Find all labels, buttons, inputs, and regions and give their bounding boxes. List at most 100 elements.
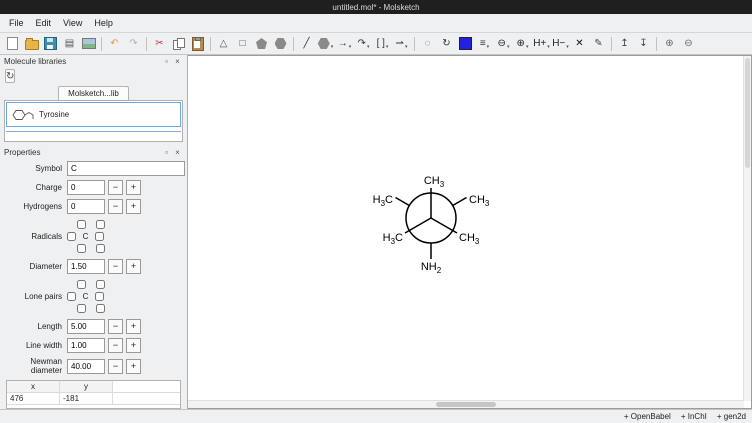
coordinate-x-cell[interactable]: 476 (7, 393, 60, 405)
export-image-button[interactable] (79, 35, 98, 53)
lone-pair-checkbox[interactable] (96, 280, 105, 289)
decrease-charge-button[interactable]: ⊖▾ (494, 35, 513, 53)
radical-checkbox[interactable] (96, 220, 105, 229)
atom-label-lower-left[interactable]: H3C (383, 232, 403, 246)
newman-diameter-input[interactable] (67, 359, 105, 374)
mechanism-arrow-button[interactable]: ⇀▾ (392, 35, 411, 53)
atom-label-lower-right[interactable]: CH3 (459, 232, 480, 246)
ring-triangle-icon: △ (220, 39, 228, 49)
reaction-arrow-button[interactable]: →▾ (335, 35, 354, 53)
charge-increment-button[interactable]: + (126, 180, 141, 195)
cut-button[interactable]: ✂ (150, 35, 169, 53)
color-picker-button[interactable] (456, 35, 475, 53)
length-increment-button[interactable]: + (126, 319, 141, 334)
menu-help[interactable]: Help (88, 16, 119, 30)
save-button[interactable] (41, 35, 60, 53)
lone-pair-checkbox[interactable] (77, 304, 86, 313)
vertical-scrollbar[interactable] (743, 56, 751, 401)
lone-pair-checkbox[interactable] (96, 304, 105, 313)
copy-button[interactable] (169, 35, 188, 53)
bracket-tool-button[interactable]: [ ]▾ (373, 35, 392, 53)
remove-hydrogen-button[interactable]: H−▾ (551, 35, 570, 53)
line-width-increment-button[interactable]: + (126, 338, 141, 353)
diameter-input[interactable] (67, 259, 105, 274)
properties-dock: Properties ▫ × Symbol Charge − + Hydroge… (0, 146, 187, 409)
vertical-scrollbar-handle[interactable] (745, 58, 750, 168)
bond-back-upper-left[interactable] (396, 198, 410, 206)
diameter-increment-button[interactable]: + (126, 259, 141, 274)
hydrogens-decrement-button[interactable]: − (108, 199, 123, 214)
line-width-decrement-button[interactable]: − (108, 338, 123, 353)
save-icon (44, 37, 57, 50)
line-width-button[interactable]: ≡▾ (475, 35, 494, 53)
line-width-input[interactable] (67, 338, 105, 353)
lasso-button[interactable]: ◌ (418, 35, 437, 53)
radical-checkbox[interactable] (96, 244, 105, 253)
charge-decrement-button[interactable]: − (108, 180, 123, 195)
zoom-out-button[interactable]: ⊖ (679, 35, 698, 53)
open-button[interactable] (22, 35, 41, 53)
print-button[interactable]: ▤ (60, 35, 79, 53)
bond-front-lower-right[interactable] (431, 218, 457, 233)
length-decrement-button[interactable]: − (108, 319, 123, 334)
radical-checkbox[interactable] (77, 220, 86, 229)
undo-button[interactable]: ↶ (105, 35, 124, 53)
zoom-in-button[interactable]: ⊕ (660, 35, 679, 53)
ring-pentagon-button[interactable] (252, 35, 271, 53)
ring-hexagon-button[interactable] (271, 35, 290, 53)
increase-charge-button[interactable]: ⊕▾ (513, 35, 532, 53)
raise-item-button[interactable]: ↥ (615, 35, 634, 53)
horizontal-scrollbar-handle[interactable] (436, 402, 496, 407)
tab-molsketch-lib[interactable]: Molsketch...lib (58, 86, 129, 100)
newman-projection-drawing[interactable]: CH3 H3C CH3 H3C CH3 NH2 (188, 56, 746, 406)
draw-bond-button[interactable]: ╱ (297, 35, 316, 53)
horizontal-scrollbar[interactable] (188, 400, 744, 408)
library-dock-close-button[interactable]: × (172, 56, 183, 67)
lone-pair-checkbox[interactable] (95, 292, 104, 301)
menu-file[interactable]: File (3, 16, 30, 30)
ring-triangle-button[interactable]: △ (214, 35, 233, 53)
refresh-library-button[interactable]: ↻ (5, 69, 15, 83)
radical-checkbox[interactable] (95, 232, 104, 241)
hydrogens-input[interactable] (67, 199, 105, 214)
dropdown-arrow-icon: ▾ (507, 44, 510, 52)
radical-checkbox[interactable] (77, 244, 86, 253)
bond-front-lower-left[interactable] (405, 218, 431, 233)
rotate-button[interactable]: ↻ (437, 35, 456, 53)
lower-item-button[interactable]: ↧ (634, 35, 653, 53)
coordinate-y-cell[interactable]: -181 (60, 393, 113, 405)
properties-dock-header: Properties ▫ × (0, 146, 187, 159)
add-hydrogen-button[interactable]: H+▾ (532, 35, 551, 53)
newman-diameter-increment-button[interactable]: + (126, 359, 141, 374)
lone-pair-checkbox[interactable] (67, 292, 76, 301)
redo-button[interactable]: ↷ (124, 35, 143, 53)
length-input[interactable] (67, 319, 105, 334)
library-dock-float-button[interactable]: ▫ (161, 56, 172, 67)
atom-label-bottom[interactable]: NH2 (421, 261, 442, 275)
hydrogens-increment-button[interactable]: + (126, 199, 141, 214)
paste-button[interactable] (188, 35, 207, 53)
newman-diameter-decrement-button[interactable]: − (108, 359, 123, 374)
menu-view[interactable]: View (57, 16, 88, 30)
ring-tool-button[interactable]: ▾ (316, 35, 335, 53)
atom-label-upper-left[interactable]: H3C (373, 194, 393, 208)
edit-tool-button[interactable]: ✎ (589, 35, 608, 53)
curved-arrow-button[interactable]: ↷▾ (354, 35, 373, 53)
bond-back-upper-right[interactable] (453, 198, 467, 206)
diameter-decrement-button[interactable]: − (108, 259, 123, 274)
properties-dock-float-button[interactable]: ▫ (161, 147, 172, 158)
app-window: untitled.mol* - Molsketch File Edit View… (0, 0, 752, 423)
canvas[interactable]: CH3 H3C CH3 H3C CH3 NH2 (188, 55, 752, 409)
delete-button[interactable]: ✕ (570, 35, 589, 53)
atom-label-upper-right[interactable]: CH3 (469, 194, 490, 208)
lone-pair-checkbox[interactable] (77, 280, 86, 289)
charge-input[interactable] (67, 180, 105, 195)
properties-dock-close-button[interactable]: × (172, 147, 183, 158)
library-item-tyrosine[interactable]: Tyrosine (6, 102, 181, 127)
menu-edit[interactable]: Edit (30, 16, 58, 30)
radical-checkbox[interactable] (67, 232, 76, 241)
atom-label-top[interactable]: CH3 (424, 175, 445, 189)
new-file-button[interactable] (3, 35, 22, 53)
symbol-input[interactable] (67, 161, 185, 176)
ring-square-button[interactable]: □ (233, 35, 252, 53)
